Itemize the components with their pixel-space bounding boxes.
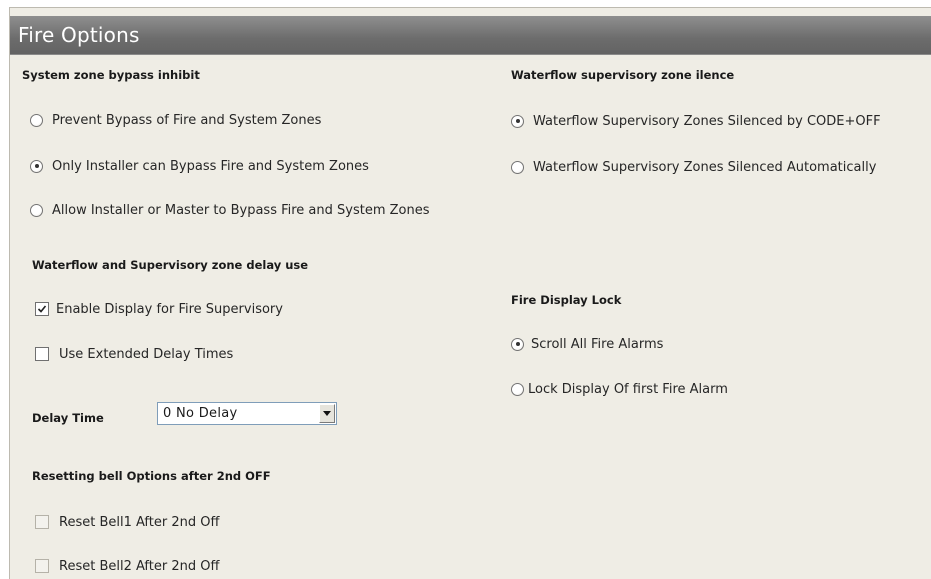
fire-options-panel: Fire Options System zone bypass inhibit …	[9, 7, 931, 579]
checkbox-label: Use Extended Delay Times	[59, 346, 234, 362]
checkbox-label: Enable Display for Fire Supervisory	[56, 301, 283, 317]
radio-button-icon[interactable]	[511, 382, 524, 396]
radio-button-icon[interactable]	[511, 114, 524, 128]
checkbox-icon[interactable]	[35, 515, 49, 529]
radio-button-icon[interactable]	[30, 203, 43, 217]
checkbox-icon[interactable]	[35, 347, 49, 361]
checkbox-icon[interactable]	[35, 559, 49, 573]
radio-button-icon[interactable]	[30, 159, 43, 173]
radio-lock-display-first-fire-alarm[interactable]: Lock Display Of first Fire Alarm	[511, 380, 728, 398]
dropdown-button[interactable]	[319, 404, 335, 423]
radio-scroll-all-fire-alarms[interactable]: Scroll All Fire Alarms	[511, 335, 663, 353]
bypass-heading: System zone bypass inhibit	[22, 68, 200, 82]
checkbox-reset-bell2[interactable]: Reset Bell2 After 2nd Off	[35, 557, 219, 575]
radio-allow-installer-master-bypass[interactable]: Allow Installer or Master to Bypass Fire…	[30, 201, 430, 219]
radio-prevent-bypass[interactable]: Prevent Bypass of Fire and System Zones	[30, 111, 321, 129]
chevron-down-icon	[323, 411, 331, 416]
checkbox-label: Reset Bell2 After 2nd Off	[59, 558, 220, 574]
radio-button-icon[interactable]	[511, 337, 524, 351]
radio-label: Lock Display Of first Fire Alarm	[528, 381, 728, 397]
checkbox-enable-display-fire-supervisory[interactable]: Enable Display for Fire Supervisory	[35, 300, 283, 318]
panel-title: Fire Options	[18, 23, 140, 47]
delay-time-value: 0 No Delay	[163, 406, 238, 421]
radio-silenced-automatically[interactable]: Waterflow Supervisory Zones Silenced Aut…	[511, 158, 876, 176]
delay-time-select[interactable]: 0 No Delay	[157, 402, 337, 425]
radio-label: Prevent Bypass of Fire and System Zones	[52, 112, 322, 128]
radio-silenced-by-code-off[interactable]: Waterflow Supervisory Zones Silenced by …	[511, 112, 881, 130]
delay-time-label: Delay Time	[32, 411, 104, 425]
radio-label: Waterflow Supervisory Zones Silenced by …	[533, 113, 881, 129]
fire-display-lock-heading: Fire Display Lock	[511, 293, 622, 307]
radio-only-installer-bypass[interactable]: Only Installer can Bypass Fire and Syste…	[30, 157, 369, 175]
checkbox-use-extended-delay-times[interactable]: Use Extended Delay Times	[35, 345, 233, 363]
radio-label: Scroll All Fire Alarms	[531, 336, 664, 352]
check-mark-icon	[37, 305, 47, 313]
radio-label: Allow Installer or Master to Bypass Fire…	[52, 202, 430, 218]
checkbox-icon[interactable]	[35, 302, 49, 316]
radio-label: Waterflow Supervisory Zones Silenced Aut…	[533, 159, 877, 175]
radio-button-icon[interactable]	[511, 160, 524, 174]
waterflow-silence-heading: Waterflow supervisory zone ilence	[511, 68, 735, 82]
checkbox-label: Reset Bell1 After 2nd Off	[59, 514, 220, 530]
radio-label: Only Installer can Bypass Fire and Syste…	[52, 158, 369, 174]
panel-title-bar: Fire Options	[10, 16, 931, 55]
bell-reset-heading: Resetting bell Options after 2nd OFF	[32, 469, 271, 483]
radio-button-icon[interactable]	[30, 113, 43, 127]
checkbox-reset-bell1[interactable]: Reset Bell1 After 2nd Off	[35, 513, 219, 531]
delay-use-heading: Waterflow and Supervisory zone delay use	[32, 258, 309, 272]
